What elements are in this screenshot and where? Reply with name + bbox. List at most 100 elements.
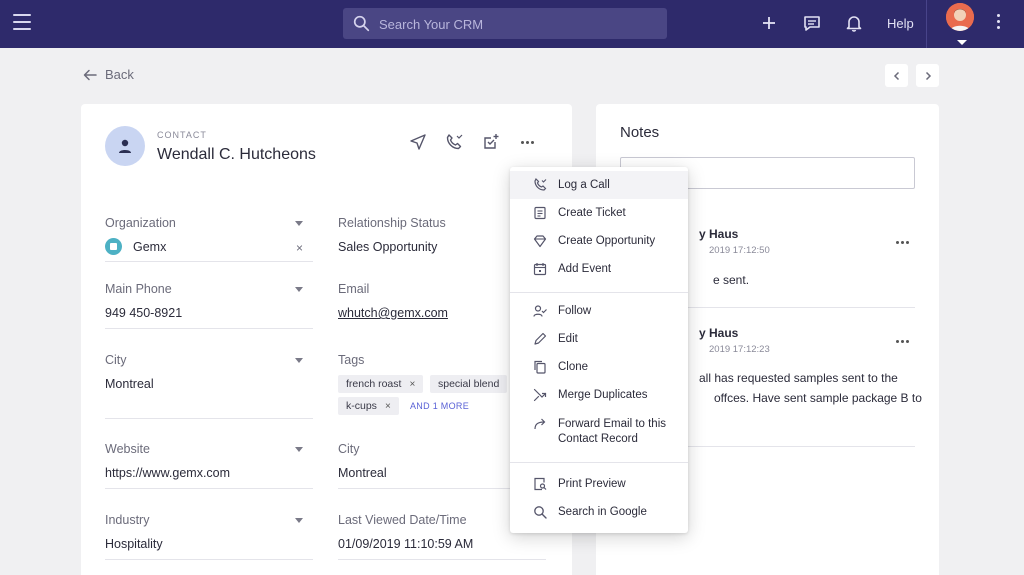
industry-label: Industry — [105, 513, 150, 527]
more-tags-link[interactable]: AND 1 MORE — [410, 401, 469, 411]
chevron-down-icon[interactable] — [295, 221, 303, 226]
menu-item-merge-duplicates[interactable]: Merge Duplicates — [510, 381, 688, 409]
tag-chip[interactable]: french roast × — [338, 375, 424, 393]
menu-divider — [510, 462, 688, 463]
more-vertical-icon[interactable] — [993, 14, 1003, 34]
menu-item-label: Clone — [558, 361, 589, 373]
note-more-icon[interactable] — [896, 231, 911, 249]
email-link[interactable]: whutch@gemx.com — [338, 306, 448, 320]
back-label: Back — [105, 67, 134, 82]
global-search[interactable] — [343, 8, 667, 39]
menu-item-label: Follow — [558, 305, 592, 317]
back-link[interactable]: Back — [83, 67, 134, 82]
relationship-status-label: Relationship Status — [338, 216, 446, 230]
phone-icon[interactable] — [444, 132, 464, 152]
record-type-label: CONTACT — [157, 130, 207, 140]
diamond-icon — [532, 233, 548, 249]
more-actions-icon[interactable] — [518, 132, 538, 152]
follow-user-icon — [532, 303, 548, 319]
search-icon — [353, 15, 370, 32]
menu-divider — [510, 292, 688, 293]
tag-label: k-cups — [346, 400, 377, 412]
tag-chip[interactable]: special blend — [430, 375, 508, 393]
menu-item-log-call[interactable]: Log a Call — [510, 171, 688, 199]
chevron-left-icon — [893, 71, 899, 80]
field-underline — [105, 488, 313, 489]
arrow-left-icon — [83, 69, 97, 80]
menu-item-create-opportunity[interactable]: Create Opportunity — [510, 227, 688, 255]
website-value[interactable]: https://www.gemx.com — [105, 466, 230, 480]
note-author: y Haus — [699, 227, 739, 241]
menu-item-label: Edit — [558, 333, 578, 345]
menu-item-create-ticket[interactable]: Create Ticket — [510, 199, 688, 227]
chevron-down-icon[interactable] — [295, 358, 303, 363]
note-author: y Haus — [699, 326, 739, 340]
ticket-icon — [532, 205, 548, 221]
menu-item-label: Search in Google — [558, 506, 647, 518]
field-underline — [338, 559, 546, 560]
menu-item-label-line: Contact Record — [558, 433, 638, 445]
merge-icon — [532, 387, 548, 403]
website-field[interactable]: Website https://www.gemx.com — [105, 442, 313, 492]
chevron-down-icon[interactable] — [295, 518, 303, 523]
last-viewed-value: 01/09/2019 11:10:59 AM — [338, 537, 474, 551]
industry-value[interactable]: Hospitality — [105, 537, 163, 551]
tag-label: special blend — [438, 378, 500, 390]
website-label: Website — [105, 442, 150, 456]
contact-avatar — [105, 126, 145, 166]
main-phone-field[interactable]: Main Phone 949 450-8921 — [105, 282, 313, 332]
note-more-icon[interactable] — [896, 330, 911, 348]
menu-item-clone[interactable]: Clone — [510, 353, 688, 381]
clear-icon[interactable]: × — [296, 241, 303, 255]
add-task-icon[interactable] — [481, 132, 501, 152]
help-link[interactable]: Help — [887, 16, 914, 31]
note-body-line: offces. Have sent sample package B to — [714, 391, 922, 405]
menu-item-print-preview[interactable]: Print Preview — [510, 470, 688, 498]
organization-field[interactable]: Organization Gemx × — [105, 216, 313, 266]
actions-dropdown-menu: Log a Call Create Ticket Create Opportun… — [510, 167, 688, 533]
menu-item-forward-email[interactable]: Forward Email to this Contact Record — [510, 409, 688, 453]
top-bar: Help — [0, 0, 1024, 48]
search-icon — [532, 504, 548, 520]
city-field[interactable]: City Montreal — [105, 353, 313, 423]
user-avatar[interactable] — [946, 3, 974, 31]
city-value[interactable]: Montreal — [338, 466, 387, 480]
add-icon[interactable] — [758, 12, 780, 34]
field-underline — [105, 418, 313, 419]
notes-title: Notes — [620, 124, 660, 141]
field-underline — [105, 261, 313, 262]
main-phone-value[interactable]: 949 450-8921 — [105, 306, 182, 320]
bell-icon[interactable] — [843, 12, 865, 34]
tag-label: french roast — [346, 378, 402, 390]
next-record-button[interactable] — [916, 64, 939, 87]
search-input[interactable] — [379, 13, 659, 35]
main-phone-label: Main Phone — [105, 282, 172, 296]
remove-tag-icon[interactable]: × — [409, 379, 415, 390]
organization-value[interactable]: Gemx — [133, 240, 166, 254]
chevron-right-icon — [925, 71, 931, 80]
chevron-down-icon[interactable] — [295, 447, 303, 452]
previous-record-button[interactable] — [885, 64, 908, 87]
tags-label: Tags — [338, 353, 365, 367]
chevron-down-icon[interactable] — [957, 40, 967, 45]
menu-item-edit[interactable]: Edit — [510, 325, 688, 353]
city-label: City — [338, 442, 360, 456]
note-timestamp: 2019 17:12:50 — [709, 245, 770, 256]
industry-field[interactable]: Industry Hospitality — [105, 513, 313, 563]
chat-icon[interactable] — [801, 12, 823, 34]
pencil-icon — [532, 331, 548, 347]
calendar-icon — [532, 261, 548, 277]
hamburger-menu-icon[interactable] — [13, 14, 31, 30]
menu-item-add-event[interactable]: Add Event — [510, 255, 688, 283]
city-value[interactable]: Montreal — [105, 377, 154, 391]
menu-item-search-google[interactable]: Search in Google — [510, 498, 688, 526]
menu-item-follow[interactable]: Follow — [510, 297, 688, 325]
field-underline — [105, 559, 313, 560]
tag-chip[interactable]: k-cups × — [338, 397, 399, 415]
send-icon[interactable] — [408, 132, 428, 152]
copy-icon — [532, 359, 548, 375]
menu-item-label: Log a Call — [558, 179, 610, 191]
chevron-down-icon[interactable] — [295, 287, 303, 292]
relationship-status-value[interactable]: Sales Opportunity — [338, 240, 437, 254]
remove-tag-icon[interactable]: × — [385, 401, 391, 412]
